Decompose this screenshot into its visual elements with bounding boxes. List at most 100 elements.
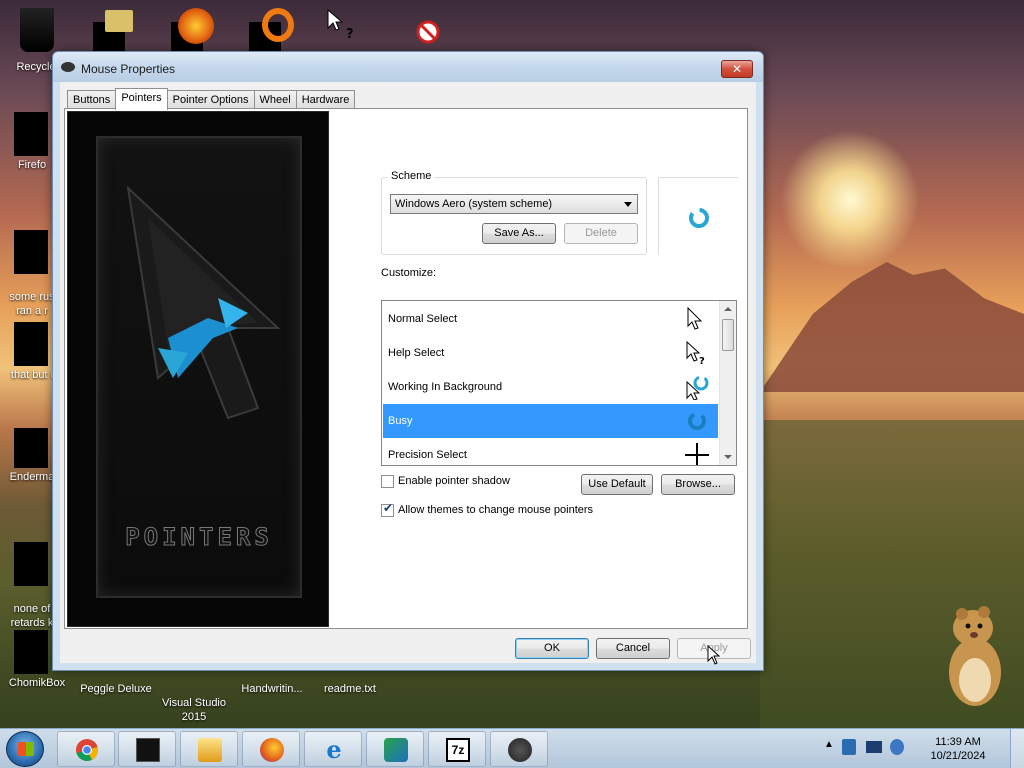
busy-cursor-icon xyxy=(689,208,709,228)
crosshair-cursor-icon xyxy=(685,443,709,465)
list-item[interactable]: Help Select ? xyxy=(383,336,718,370)
list-item-label: Busy xyxy=(388,415,413,427)
mouse-properties-window: Mouse Properties ✕ Buttons Pointers Poin… xyxy=(52,51,764,671)
chomikbox-icon xyxy=(14,630,48,674)
network-icon[interactable] xyxy=(842,739,856,755)
tab-pointers[interactable]: Pointers xyxy=(115,88,168,110)
list-item[interactable]: Working In Background xyxy=(383,370,718,404)
chrome-icon xyxy=(76,739,98,761)
desktop-icon-peggle[interactable]: Peggle Deluxe xyxy=(80,682,152,696)
list-item-label: Working In Background xyxy=(388,381,503,393)
svg-text:?: ? xyxy=(699,356,705,366)
taskbar-button-mouse[interactable] xyxy=(490,731,548,767)
svg-text:?: ? xyxy=(346,27,354,40)
system-tray: ▲ xyxy=(824,737,914,761)
folder-icon[interactable] xyxy=(105,10,133,32)
desktop-icon-readme[interactable]: readme.txt xyxy=(314,682,386,696)
hamster-image xyxy=(949,606,1001,706)
pointers-panel: POINTERS Scheme Windows Aero (system sch… xyxy=(64,108,748,629)
scroll-up-icon[interactable] xyxy=(724,307,732,311)
taskbar-button-terminal[interactable] xyxy=(118,731,176,767)
mountain xyxy=(760,262,1024,392)
display-icon[interactable] xyxy=(866,741,882,753)
chevron-down-icon xyxy=(624,202,632,207)
scheme-selected-value: Windows Aero (system scheme) xyxy=(395,198,553,210)
list-item-label: Help Select xyxy=(388,347,445,359)
clock-date: 10/21/2024 xyxy=(930,750,986,762)
cursor-list[interactable]: Normal Select Help Select ? Working In B… xyxy=(381,300,737,466)
taskbar: e 7z ▲ 11:39 AM 10/21/2024 xyxy=(0,728,1024,768)
desktop-icon-handwriting[interactable]: Handwritin... xyxy=(236,682,308,696)
tab-buttons[interactable]: Buttons xyxy=(67,90,117,110)
ok-button[interactable]: OK xyxy=(515,638,589,659)
terminal-icon xyxy=(136,738,160,762)
list-item-label: Precision Select xyxy=(388,449,467,461)
recycle-bin-icon[interactable] xyxy=(20,8,54,52)
clock-time: 11:39 AM xyxy=(935,736,981,748)
clock[interactable]: 11:39 AM 10/21/2024 xyxy=(918,735,998,763)
title-bar[interactable]: Mouse Properties ✕ xyxy=(53,52,763,82)
taskbar-button-ie[interactable]: e xyxy=(304,731,362,767)
pointers-theme-image: POINTERS xyxy=(67,111,329,627)
cancel-button[interactable]: Cancel xyxy=(596,638,670,659)
cursor-preview-box xyxy=(658,177,738,255)
show-hidden-icons-icon[interactable]: ▲ xyxy=(824,739,834,750)
scroll-thumb[interactable] xyxy=(722,319,734,351)
mouse-icon xyxy=(61,62,75,72)
checkbox-label: Allow themes to change mouse pointers xyxy=(398,504,594,516)
list-item-selected[interactable]: Busy xyxy=(383,404,718,438)
help-cursor-icon: ? xyxy=(327,8,354,40)
list-item[interactable]: Precision Select xyxy=(383,438,718,465)
window-title: Mouse Properties xyxy=(81,62,176,76)
use-default-button[interactable]: Use Default xyxy=(581,474,653,495)
show-desktop-button[interactable] xyxy=(1010,729,1024,768)
help-cursor-icon: ? xyxy=(686,340,705,366)
unavailable-cursor-icon xyxy=(416,20,440,44)
firefox-icon xyxy=(14,112,48,156)
close-button[interactable]: ✕ xyxy=(721,60,753,78)
arrow-cursor-icon xyxy=(687,306,703,330)
tab-hardware[interactable]: Hardware xyxy=(295,90,356,110)
list-item[interactable]: Normal Select xyxy=(383,302,718,336)
customize-label: Customize: xyxy=(381,267,437,279)
app-orange-icon[interactable] xyxy=(178,8,214,44)
desktop-icon-label: readme.txt xyxy=(324,683,376,695)
list-scrollbar[interactable] xyxy=(719,301,736,465)
checkmark-icon: ✔ xyxy=(383,501,394,515)
file-icon xyxy=(14,428,48,468)
mouse-icon xyxy=(508,738,532,762)
taskbar-button-chrome[interactable] xyxy=(57,731,115,767)
taskbar-button-idm[interactable] xyxy=(366,731,424,767)
tab-wheel[interactable]: Wheel xyxy=(253,90,297,110)
internet-download-manager-icon xyxy=(384,738,408,762)
desktop-icon-label: Peggle Deluxe xyxy=(80,683,152,695)
tab-strip: Buttons Pointers Pointer Options Wheel H… xyxy=(67,88,356,110)
speaker-icon[interactable] xyxy=(890,739,904,755)
sun xyxy=(780,130,920,270)
desktop-icon-label: ChomikBox xyxy=(8,677,66,689)
scroll-down-icon[interactable] xyxy=(724,455,732,459)
busy-cursor-icon xyxy=(688,412,706,430)
working-cursor-icon xyxy=(686,375,709,400)
tab-pointer-options[interactable]: Pointer Options xyxy=(166,90,255,110)
firefox-icon xyxy=(260,738,284,762)
taskbar-button-7zip[interactable]: 7z xyxy=(428,731,486,767)
taskbar-button-media[interactable] xyxy=(180,731,238,767)
file-icon xyxy=(14,542,48,586)
list-item-label: Normal Select xyxy=(388,313,458,325)
scheme-dropdown[interactable]: Windows Aero (system scheme) xyxy=(390,194,638,214)
start-button[interactable] xyxy=(6,731,44,767)
theme-frame: POINTERS xyxy=(96,136,302,598)
theme-title: POINTERS xyxy=(125,523,273,552)
ring-icon[interactable] xyxy=(262,8,294,42)
delete-button[interactable]: Delete xyxy=(564,223,638,244)
checkbox-box[interactable] xyxy=(381,475,394,488)
desktop-icon-label: Handwritin... xyxy=(241,683,303,695)
dialog-client-area: Buttons Pointers Pointer Options Wheel H… xyxy=(60,82,756,665)
save-as-button[interactable]: Save As... xyxy=(482,223,556,244)
windows-logo-icon xyxy=(18,742,34,756)
taskbar-button-firefox[interactable] xyxy=(242,731,300,767)
pointer-arrow-graphic xyxy=(126,185,281,420)
scheme-label: Scheme xyxy=(388,170,435,182)
browse-button[interactable]: Browse... xyxy=(661,474,735,495)
